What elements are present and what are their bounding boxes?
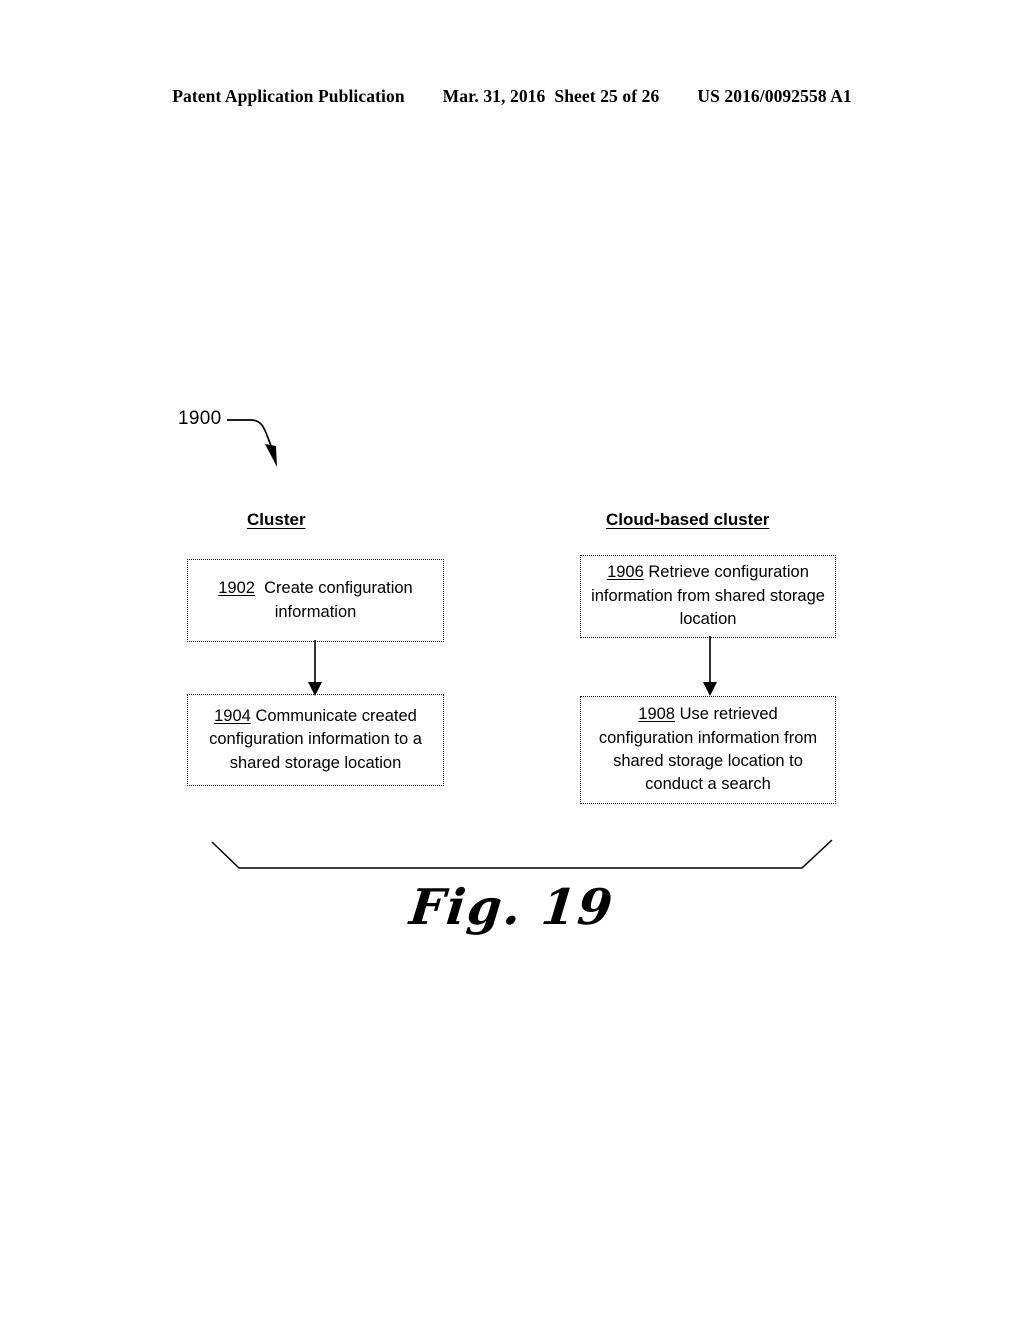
publication-date: Mar. 31, 2016 (442, 86, 546, 106)
step-text-1902: Create configuration information (264, 579, 413, 621)
lane-header-cluster: Cluster (247, 510, 306, 529)
process-step-1908: 1908 Use retrieved configuration informa… (580, 696, 836, 804)
process-step-1906: 1906 Retrieve configuration information … (580, 555, 836, 638)
step-number-1908: 1908 (638, 705, 675, 724)
step-number-1906: 1906 (607, 563, 644, 582)
process-step-1906-content: 1906 Retrieve configuration information … (589, 561, 827, 631)
step-number-1902: 1902 (218, 579, 255, 598)
figure-bottom-bracket (211, 839, 833, 869)
connector-arrow-1906-to-1908 (703, 636, 717, 696)
lane-header-cloud-based-cluster: Cloud-based cluster (606, 510, 770, 529)
step-text-1908: Use retrieved configuration information … (598, 705, 818, 794)
step-number-1904: 1904 (214, 706, 251, 725)
sheet-number: Sheet 25 of 26 (554, 86, 660, 106)
process-step-1904-content: 1904 Communicate created configuration i… (196, 705, 435, 775)
figure-reference-numeral: 1900 (178, 408, 222, 429)
process-step-1904: 1904 Communicate created configuration i… (187, 694, 444, 786)
step-gap (255, 579, 264, 597)
process-step-1902-content: 1902 Create configuration information (196, 577, 435, 624)
figure-caption: Fig. 19 (406, 878, 618, 936)
publication-label: Patent Application Publication (172, 86, 405, 106)
process-step-1902: 1902 Create configuration information (187, 559, 444, 642)
patent-header: Patent Application Publication Mar. 31, … (0, 86, 1024, 107)
figure-reference-leader-arrow (227, 419, 277, 467)
connector-arrow-1902-to-1904 (308, 640, 322, 696)
process-step-1908-content: 1908 Use retrieved configuration informa… (589, 703, 827, 797)
patent-number: US 2016/0092558 A1 (697, 86, 852, 106)
